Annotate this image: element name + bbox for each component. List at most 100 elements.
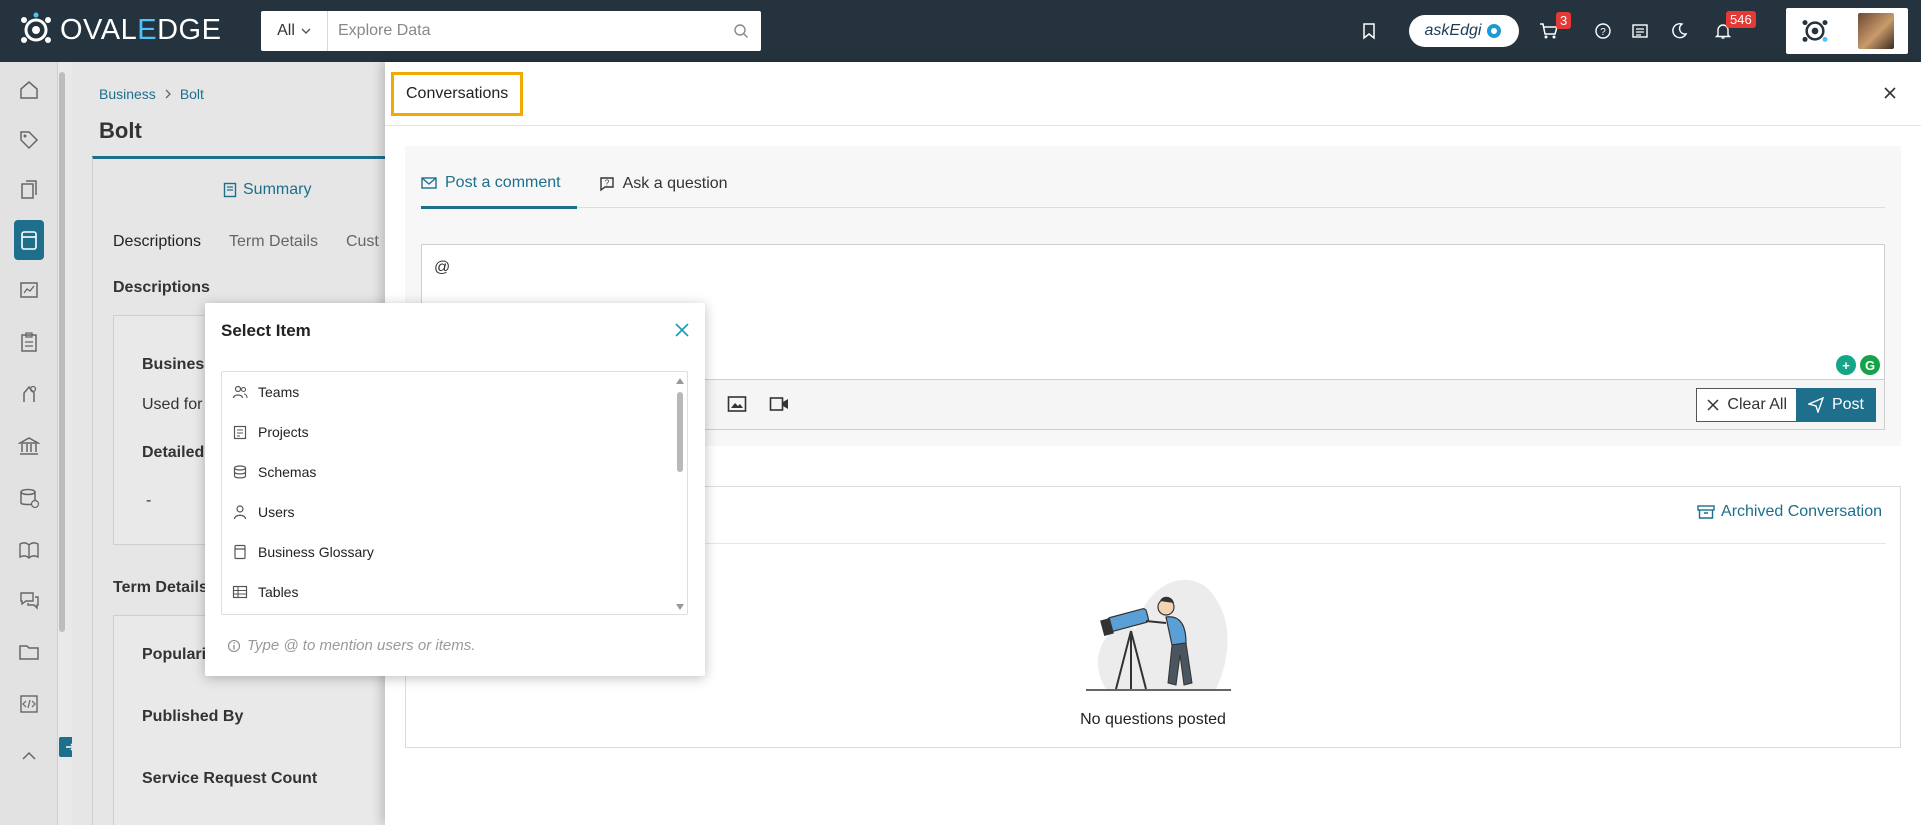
logo-text: OVALEDGE xyxy=(60,13,222,46)
svg-text:?: ? xyxy=(1600,27,1606,38)
archived-label: Archived Conversation xyxy=(1721,503,1882,520)
tab-ask-question[interactable]: ? Ask a question xyxy=(599,160,744,208)
post-label: Post xyxy=(1831,396,1864,413)
users-icon xyxy=(233,505,247,520)
list-item-users[interactable]: Users xyxy=(222,492,687,532)
detailed-description-label: Detailed xyxy=(142,444,205,461)
scrollbar-thumb[interactable] xyxy=(677,392,683,472)
popularity-label: Popularit xyxy=(142,646,212,663)
askedgi-button[interactable]: askEdgi xyxy=(1409,15,1519,47)
code-icon[interactable] xyxy=(15,690,43,718)
drawer-header: Conversations xyxy=(385,62,1921,126)
archived-conversation-link[interactable]: Archived Conversation xyxy=(1697,503,1882,521)
nav-scrollbar[interactable] xyxy=(59,72,65,632)
question-chat-icon: ? xyxy=(599,177,614,192)
projects-icon xyxy=(233,425,247,440)
archive-icon xyxy=(1697,505,1715,519)
popup-scrollbar[interactable] xyxy=(675,378,685,610)
bank-icon[interactable] xyxy=(15,432,43,460)
grammar-tools: + G xyxy=(1836,355,1880,375)
list-item-label: Users xyxy=(258,504,295,520)
insert-video-icon[interactable] xyxy=(769,396,789,416)
search-icon[interactable] xyxy=(721,23,761,39)
tab-custom-fields[interactable]: Cust xyxy=(346,233,379,251)
list-item-tables[interactable]: Tables xyxy=(222,572,687,612)
breadcrumb-bolt[interactable]: Bolt xyxy=(180,86,204,102)
grammarly-icon[interactable]: G xyxy=(1860,355,1880,375)
select-item-list: Teams Projects Schemas Users Business Gl… xyxy=(221,371,688,615)
governance-icon[interactable] xyxy=(15,380,43,408)
documents-icon[interactable] xyxy=(15,176,43,204)
left-navigation xyxy=(0,62,58,825)
list-item-label: Teams xyxy=(258,384,300,400)
list-item-label: Tables xyxy=(258,584,299,600)
database-check-icon[interactable] xyxy=(15,484,43,512)
published-by-label: Published By xyxy=(142,708,244,725)
summary-tab[interactable]: Summary xyxy=(223,181,311,199)
search-scope-value: All xyxy=(277,22,295,39)
folder-icon[interactable] xyxy=(15,638,43,666)
schemas-icon xyxy=(233,465,247,479)
popup-title: Select Item xyxy=(221,321,311,340)
close-drawer-button[interactable] xyxy=(1879,82,1901,104)
list-item-projects[interactable]: Projects xyxy=(222,412,687,452)
scroll-down-icon[interactable] xyxy=(676,604,684,610)
close-icon xyxy=(675,323,689,337)
top-bar: OVALEDGE All askEdgi 3 ? 546 xyxy=(0,0,1921,62)
close-icon xyxy=(1884,87,1896,99)
telescope-illustration-icon xyxy=(1086,579,1231,691)
mention-hint: Type @ to mention users or items. xyxy=(227,637,475,654)
scroll-up-icon[interactable] xyxy=(676,378,684,384)
send-icon xyxy=(1807,397,1824,413)
list-item-teams[interactable]: Teams xyxy=(222,372,687,412)
tag-icon[interactable] xyxy=(15,126,43,154)
avatar[interactable] xyxy=(1858,13,1894,49)
bookmark-icon[interactable] xyxy=(1358,20,1380,42)
chat-icon[interactable] xyxy=(15,586,43,614)
tab-descriptions[interactable]: Descriptions xyxy=(113,233,201,251)
more-icon[interactable] xyxy=(15,742,43,770)
select-item-popup: Select Item Teams Projects Schemas Users… xyxy=(205,303,705,676)
svg-text:?: ? xyxy=(604,179,609,188)
close-popup-button[interactable] xyxy=(673,321,691,339)
dark-mode-icon[interactable] xyxy=(1668,20,1690,42)
chevron-right-icon xyxy=(165,89,171,99)
close-icon xyxy=(1707,399,1719,411)
home-icon[interactable] xyxy=(15,76,43,104)
book-icon[interactable] xyxy=(15,536,43,564)
list-item-business-glossary[interactable]: Business Glossary xyxy=(222,532,687,572)
search-scope-select[interactable]: All xyxy=(261,11,328,51)
suggestion-bulb-icon[interactable]: + xyxy=(1836,355,1856,375)
news-icon[interactable] xyxy=(1629,20,1651,42)
glossary-icon xyxy=(234,544,246,560)
glossary-nav-icon[interactable] xyxy=(14,220,44,260)
tables-icon xyxy=(232,585,248,599)
mail-icon xyxy=(421,177,437,189)
post-button[interactable]: Post xyxy=(1795,388,1876,422)
drawer-title: Conversations xyxy=(391,72,524,116)
search-input[interactable] xyxy=(328,11,721,51)
section-descriptions: Descriptions xyxy=(113,279,210,296)
summary-icon xyxy=(223,182,237,198)
empty-state-text: No questions posted xyxy=(1080,711,1226,728)
breadcrumb-business[interactable]: Business xyxy=(99,86,156,102)
info-icon xyxy=(227,639,241,652)
notification-count-badge: 546 xyxy=(1726,11,1756,28)
clipboard-icon[interactable] xyxy=(15,328,43,356)
page-title: Bolt xyxy=(99,118,142,143)
help-icon[interactable]: ? xyxy=(1592,20,1614,42)
service-request-count-label: Service Request Count xyxy=(142,770,318,787)
list-item-schemas[interactable]: Schemas xyxy=(222,452,687,492)
askedgi-icon xyxy=(1487,24,1502,38)
reports-icon[interactable] xyxy=(15,276,43,304)
clear-all-button[interactable]: Clear All xyxy=(1696,388,1798,422)
user-profile-menu[interactable] xyxy=(1786,8,1908,54)
cart-count-badge: 3 xyxy=(1556,12,1572,29)
tab-ask-question-label: Ask a question xyxy=(622,175,728,192)
breadcrumb: Business Bolt xyxy=(99,86,204,102)
tab-post-comment[interactable]: Post a comment xyxy=(421,160,577,209)
app-logo[interactable]: OVALEDGE xyxy=(18,12,221,48)
insert-image-icon[interactable] xyxy=(727,395,747,417)
tab-term-details[interactable]: Term Details xyxy=(229,233,318,251)
chevron-down-icon xyxy=(301,28,311,34)
